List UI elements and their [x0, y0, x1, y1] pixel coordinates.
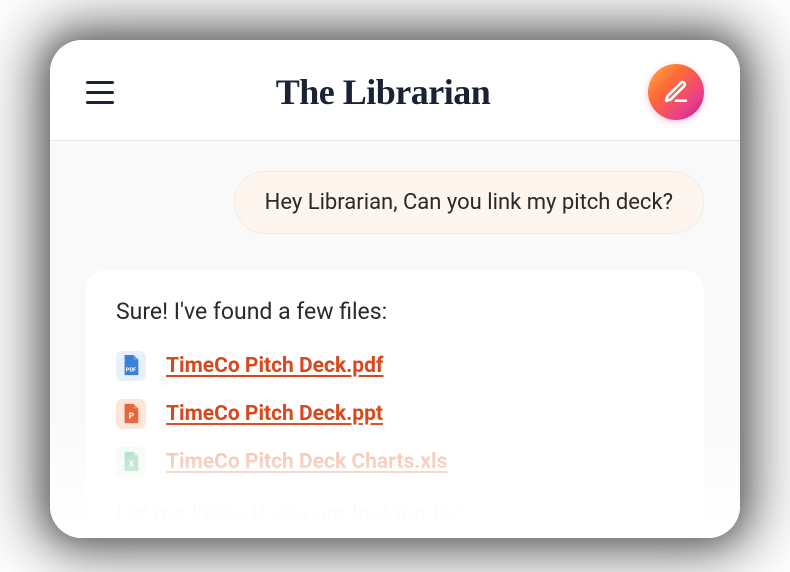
- app-title: The Librarian: [276, 71, 491, 113]
- app-window: The Librarian Hey Librarian, Can you lin…: [50, 40, 740, 538]
- document-icon: X: [121, 451, 141, 473]
- file-item: P TimeCo Pitch Deck.ppt: [116, 399, 674, 429]
- file-link[interactable]: TimeCo Pitch Deck.ppt: [166, 402, 383, 426]
- xls-file-icon: X: [116, 447, 146, 477]
- user-message-bubble: Hey Librarian, Can you link my pitch dec…: [234, 171, 704, 234]
- file-link[interactable]: TimeCo Pitch Deck.pdf: [166, 354, 383, 378]
- svg-text:PDF: PDF: [126, 368, 136, 374]
- response-intro: Sure! I've found a few files:: [116, 298, 674, 325]
- file-list: PDF TimeCo Pitch Deck.pdf P TimeCo Pitch…: [116, 351, 674, 477]
- menu-button[interactable]: [86, 76, 118, 108]
- pdf-file-icon: PDF: [116, 351, 146, 381]
- compose-icon: [663, 79, 689, 105]
- document-icon: PDF: [121, 355, 141, 377]
- compose-button[interactable]: [648, 64, 704, 120]
- file-link[interactable]: TimeCo Pitch Deck Charts.xls: [166, 450, 447, 474]
- ppt-file-icon: P: [116, 399, 146, 429]
- file-item: X TimeCo Pitch Deck Charts.xls: [116, 447, 674, 477]
- assistant-response: Sure! I've found a few files: PDF TimeCo…: [86, 270, 704, 538]
- hamburger-icon: [86, 101, 114, 104]
- file-item: PDF TimeCo Pitch Deck.pdf: [116, 351, 674, 381]
- document-icon: P: [121, 403, 141, 425]
- header: The Librarian: [50, 40, 740, 141]
- response-footer: Let me know if you are looking for: [116, 501, 674, 538]
- hamburger-icon: [86, 81, 114, 84]
- hamburger-icon: [86, 91, 114, 94]
- svg-text:X: X: [129, 460, 135, 470]
- chat-area: Hey Librarian, Can you link my pitch dec…: [50, 141, 740, 538]
- svg-text:P: P: [129, 412, 134, 422]
- user-message-text: Hey Librarian, Can you link my pitch dec…: [265, 190, 673, 215]
